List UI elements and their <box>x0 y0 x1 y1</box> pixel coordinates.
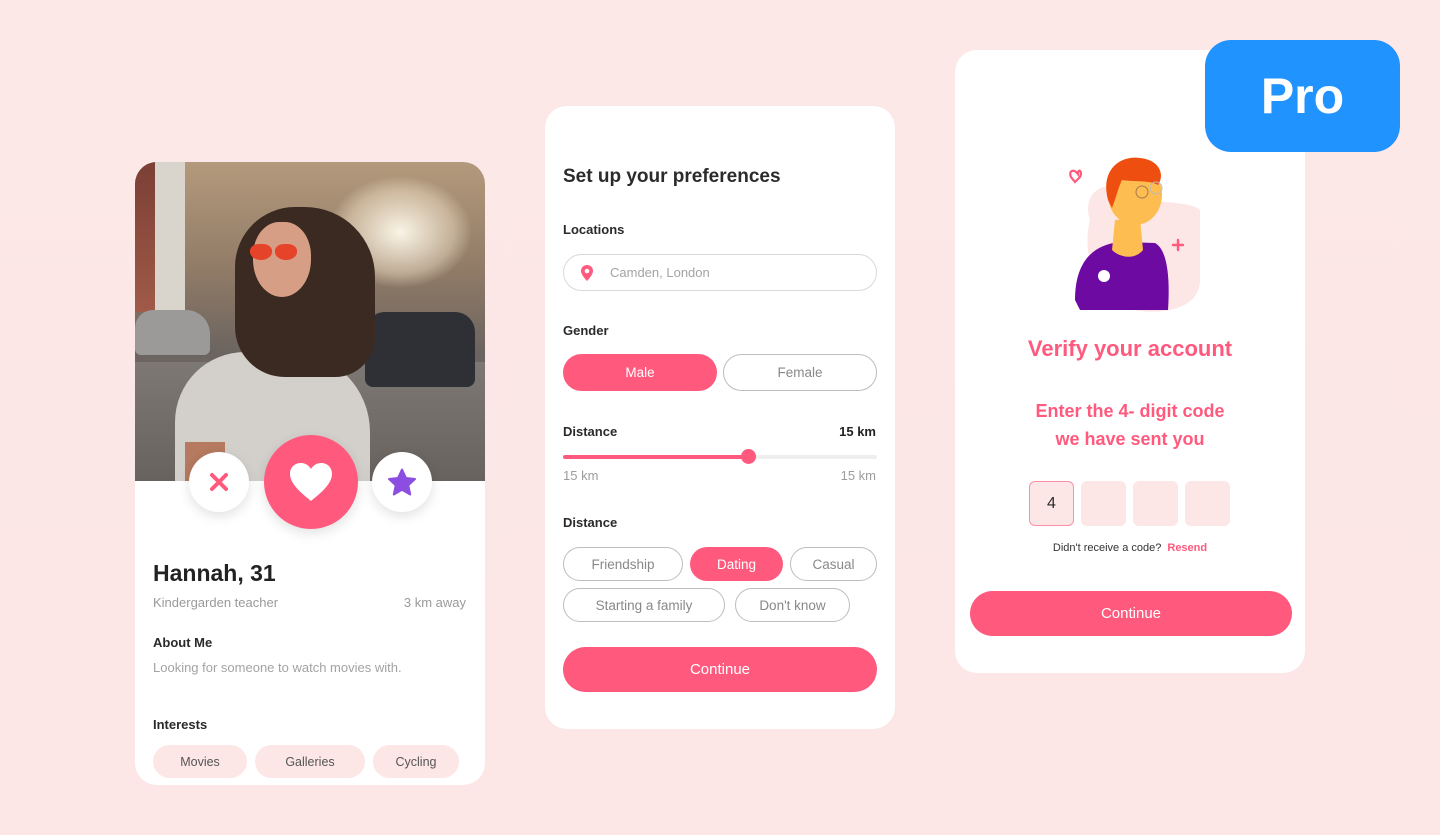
resend-link[interactable]: Resend <box>1167 542 1207 554</box>
photo-car <box>135 310 210 355</box>
resend-line: Didn't receive a code? Resend <box>955 542 1305 554</box>
distance-slider[interactable] <box>563 449 877 464</box>
person-illustration <box>1069 157 1200 312</box>
verify-continue-button[interactable]: Continue <box>970 591 1292 636</box>
photo-car <box>365 312 475 387</box>
about-me-text: Looking for someone to watch movies with… <box>153 660 402 675</box>
heart-icon <box>290 463 332 501</box>
photo-building-facade <box>155 162 185 312</box>
gender-option-female[interactable]: Female <box>723 354 877 391</box>
distance-label: Distance <box>563 424 618 439</box>
interest-chip[interactable]: Cycling <box>373 745 459 778</box>
relationship-option-dont-know[interactable]: Don't know <box>735 588 850 622</box>
relationship-label: Distance <box>563 515 618 530</box>
relationship-option-dating[interactable]: Dating <box>690 547 783 581</box>
verify-subtitle-line: we have sent you <box>1055 429 1205 449</box>
pro-badge: Pro <box>1205 40 1400 152</box>
code-digit-input[interactable] <box>1081 481 1126 526</box>
code-digit-input[interactable] <box>1185 481 1230 526</box>
interest-chip[interactable]: Galleries <box>255 745 365 778</box>
verify-title: Verify your account <box>1027 336 1233 361</box>
map-pin-icon <box>581 264 593 281</box>
code-digit-input[interactable] <box>1029 481 1074 526</box>
about-me-heading: About Me <box>153 635 213 650</box>
distance-slider-fill <box>563 455 749 459</box>
distance-slider-thumb[interactable] <box>741 449 757 464</box>
preferences-continue-button[interactable]: Continue <box>563 647 877 692</box>
profile-distance: 3 km away <box>403 595 466 610</box>
location-field[interactable] <box>563 254 877 291</box>
dislike-button[interactable] <box>189 452 249 512</box>
photo-sunglasses <box>250 244 272 260</box>
photo-hair <box>235 207 375 377</box>
resend-prompt: Didn't receive a code? <box>1052 542 1162 554</box>
code-input-group <box>1029 481 1230 526</box>
star-icon <box>388 468 416 496</box>
relationship-option-starting-family[interactable]: Starting a family <box>563 588 725 622</box>
close-icon <box>210 473 228 491</box>
gender-label: Gender <box>563 323 609 338</box>
verify-subtitle: Enter the 4- digit code we have sent you <box>955 397 1305 453</box>
profile-occupation: Kindergarden teacher <box>153 595 279 610</box>
preferences-title: Set up your preferences <box>563 166 781 187</box>
distance-slider-min: 15 km <box>563 468 599 483</box>
relationship-option-casual[interactable]: Casual <box>790 547 877 581</box>
gender-option-male[interactable]: Male <box>563 354 717 391</box>
interests-list: Movies Galleries Cycling <box>153 745 459 778</box>
relationship-option-friendship[interactable]: Friendship <box>563 547 683 581</box>
distance-value: 15 km <box>839 424 876 439</box>
verify-subtitle-line: Enter the 4- digit code <box>1035 401 1225 421</box>
interest-chip[interactable]: Movies <box>153 745 247 778</box>
preferences-card: Set up your preferences Locations Gender… <box>545 106 895 729</box>
profile-name: Hannah, 31 <box>153 560 276 586</box>
location-input[interactable] <box>610 265 850 280</box>
interests-heading: Interests <box>153 717 208 732</box>
locations-label: Locations <box>563 222 625 237</box>
photo-sunglasses <box>275 244 297 260</box>
like-button[interactable] <box>264 435 358 529</box>
superlike-button[interactable] <box>372 452 432 512</box>
code-digit-input[interactable] <box>1133 481 1178 526</box>
distance-slider-max: 15 km <box>840 468 876 483</box>
profile-card: Hannah, 31 Kindergarden teacher 3 km awa… <box>135 162 485 785</box>
profile-photo <box>135 162 485 481</box>
